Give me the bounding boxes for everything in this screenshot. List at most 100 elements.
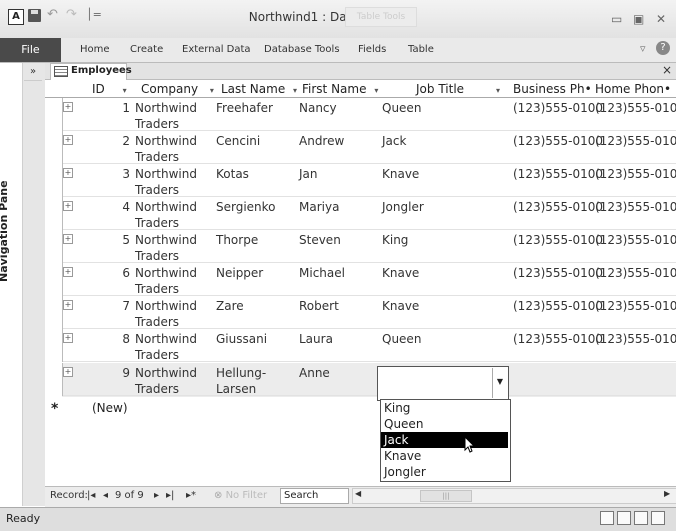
record-selector[interactable] (45, 98, 63, 131)
id-cell[interactable]: 1 (100, 100, 130, 116)
record-selector[interactable] (45, 230, 63, 263)
scroll-right-icon[interactable]: ▶ (664, 489, 670, 498)
design-view-icon[interactable] (651, 511, 665, 525)
first-name-cell[interactable]: Steven (299, 232, 341, 248)
last-name-cell[interactable]: Sergienko (216, 199, 286, 215)
job-title-cell[interactable]: King (382, 232, 408, 248)
new-record-icon[interactable]: ▸* (186, 490, 196, 501)
business-phone-cell[interactable]: (123)555-0100 (513, 232, 603, 248)
first-name-cell[interactable]: Anne (299, 365, 330, 381)
sort-arrow-icon[interactable]: ▾ (293, 86, 297, 95)
file-tab[interactable]: File (0, 38, 61, 62)
col-header-id[interactable]: ID ▾ (92, 82, 127, 96)
record-selector[interactable] (45, 131, 63, 164)
expand-subdatasheet-icon[interactable]: + (63, 135, 73, 145)
tab-database-tools[interactable]: Database Tools (264, 44, 340, 55)
expand-subdatasheet-icon[interactable]: + (63, 168, 73, 178)
job-title-cell[interactable]: Knave (382, 265, 419, 281)
datasheet-view-icon[interactable] (600, 511, 614, 525)
first-name-cell[interactable]: Michael (299, 265, 345, 281)
last-name-cell[interactable]: Kotas (216, 166, 286, 182)
new-record-row[interactable]: (New) (92, 401, 128, 415)
id-cell[interactable]: 8 (100, 331, 130, 347)
expand-subdatasheet-icon[interactable]: + (63, 367, 73, 377)
first-name-cell[interactable]: Jan (299, 166, 318, 182)
business-phone-cell[interactable]: (123)555-0100 (513, 100, 603, 116)
job-title-combo[interactable] (377, 366, 509, 401)
sort-arrow-icon[interactable]: ▾ (210, 86, 214, 95)
record-selector[interactable] (45, 296, 63, 329)
business-phone-cell[interactable]: (123)555-0100 (513, 199, 603, 215)
help-icon[interactable]: ? (656, 41, 670, 55)
home-phone-cell[interactable]: (123)555-0102 (595, 133, 676, 149)
company-cell[interactable]: Northwind Traders (135, 166, 210, 198)
id-cell[interactable]: 6 (100, 265, 130, 281)
job-title-cell[interactable]: Knave (382, 166, 419, 182)
business-phone-cell[interactable]: (123)555-0100 (513, 133, 603, 149)
close-window-icon[interactable]: ✕ (656, 12, 666, 26)
record-selector[interactable] (45, 329, 63, 362)
expand-subdatasheet-icon[interactable]: + (63, 234, 73, 244)
last-name-cell[interactable]: Neipper (216, 265, 286, 281)
company-cell[interactable]: Northwind Traders (135, 298, 210, 330)
id-cell[interactable]: 5 (100, 232, 130, 248)
record-position[interactable]: 9 of 9 (115, 490, 144, 501)
tab-external-data[interactable]: External Data (182, 44, 251, 55)
nav-pane-expand-icon[interactable]: » (24, 64, 42, 81)
id-cell[interactable]: 3 (100, 166, 130, 182)
record-selector[interactable] (45, 263, 63, 296)
home-phone-cell[interactable]: (123)555-0102 (595, 199, 676, 215)
search-input[interactable]: Search (280, 488, 349, 504)
first-name-cell[interactable]: Robert (299, 298, 339, 314)
horizontal-scrollbar[interactable] (352, 488, 676, 504)
home-phone-cell[interactable]: (123)555-0102 (595, 298, 676, 314)
tab-fields[interactable]: Fields (358, 44, 386, 55)
filter-status[interactable]: ⊗ No Filter (214, 490, 267, 501)
tab-create[interactable]: Create (130, 44, 163, 55)
last-name-cell[interactable]: Cencini (216, 133, 286, 149)
col-header-first-name[interactable]: First Name ▾ (302, 82, 378, 96)
chevron-down-icon[interactable]: ▼ (492, 368, 507, 398)
first-name-cell[interactable]: Mariya (299, 199, 339, 215)
prev-record-icon[interactable]: ◂ (103, 490, 108, 501)
job-title-cell[interactable]: Jongler (382, 199, 424, 215)
ribbon-collapse-icon[interactable]: ▿ (640, 42, 646, 55)
job-title-cell[interactable]: Knave (382, 298, 419, 314)
col-header-job-title[interactable]: Job Title (416, 82, 464, 96)
dropdown-option-queen[interactable]: Queen (381, 416, 508, 432)
company-cell[interactable]: Northwind Traders (135, 365, 210, 397)
sort-arrow-icon[interactable]: ▾ (496, 82, 500, 96)
scrollbar-thumb[interactable]: ||| (420, 490, 472, 502)
dropdown-option-jack[interactable]: Jack (381, 432, 508, 448)
id-cell[interactable]: 4 (100, 199, 130, 215)
expand-subdatasheet-icon[interactable]: + (63, 300, 73, 310)
company-cell[interactable]: Northwind Traders (135, 100, 210, 132)
sort-arrow-icon[interactable]: ▾ (123, 86, 127, 95)
home-phone-cell[interactable]: (123)555-0102 (595, 100, 676, 116)
pivot-chart-view-icon[interactable] (634, 511, 648, 525)
company-cell[interactable]: Northwind Traders (135, 331, 210, 363)
expand-subdatasheet-icon[interactable]: + (63, 333, 73, 343)
first-name-cell[interactable]: Laura (299, 331, 333, 347)
id-cell[interactable]: 2 (100, 133, 130, 149)
expand-subdatasheet-icon[interactable]: + (63, 267, 73, 277)
home-phone-cell[interactable]: (123)555-0102 (595, 232, 676, 248)
record-selector[interactable] (45, 164, 63, 197)
sort-arrow-icon[interactable]: ▾ (374, 86, 378, 95)
first-name-cell[interactable]: Andrew (299, 133, 344, 149)
navigation-pane[interactable] (22, 63, 46, 506)
id-cell[interactable]: 7 (100, 298, 130, 314)
tab-home[interactable]: Home (80, 44, 110, 55)
job-title-cell[interactable]: Queen (382, 100, 421, 116)
dropdown-option-king[interactable]: King (381, 400, 508, 416)
minimize-icon[interactable]: ▭ (611, 12, 622, 26)
first-record-icon[interactable]: |◂ (87, 490, 95, 501)
business-phone-cell[interactable]: (123)555-0100 (513, 331, 603, 347)
expand-subdatasheet-icon[interactable]: + (63, 201, 73, 211)
business-phone-cell[interactable]: (123)555-0100 (513, 298, 603, 314)
col-header-company[interactable]: Company ▾ (141, 82, 214, 96)
close-document-icon[interactable]: × (662, 63, 672, 77)
last-name-cell[interactable]: Giussani (216, 331, 286, 347)
col-header-home-phone[interactable]: Home Phon• (595, 82, 671, 96)
company-cell[interactable]: Northwind Traders (135, 133, 210, 165)
